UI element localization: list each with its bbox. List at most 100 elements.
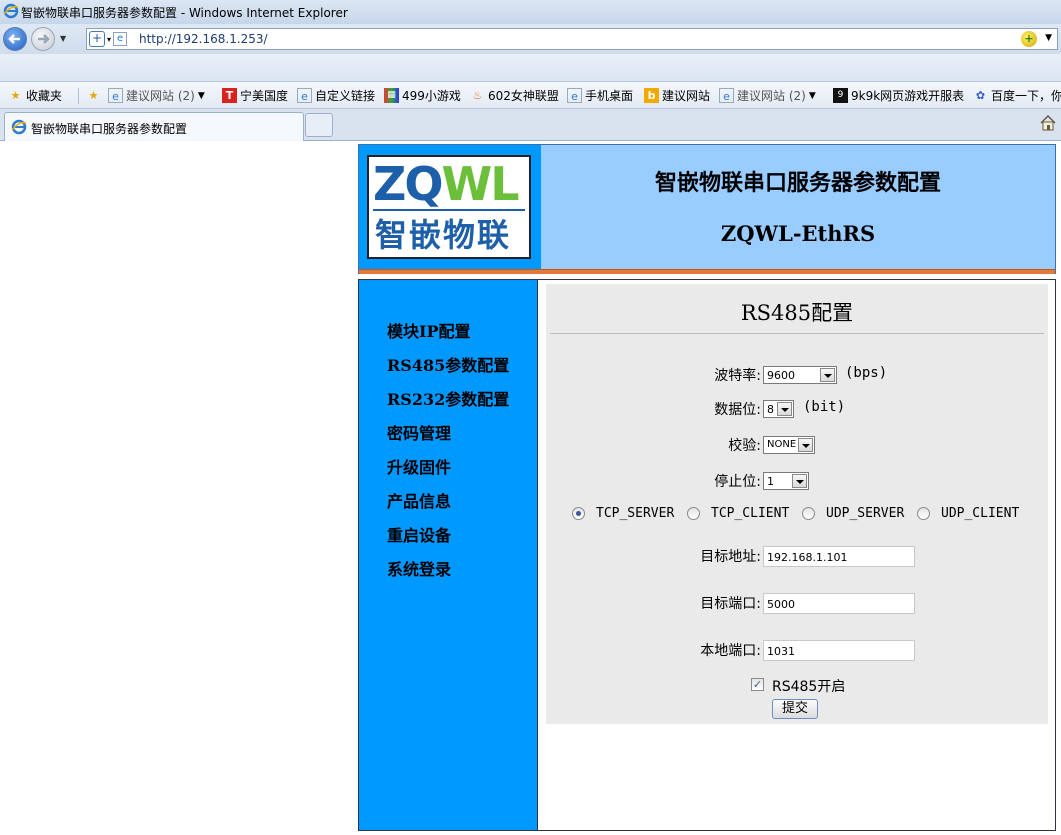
rs485-enable-label: RS485开启 xyxy=(772,679,846,695)
target-port-label: 目标端口: xyxy=(700,596,761,612)
favorites-bar: ★ 收藏夹 ★ e 建议网站 (2) ▼ T 宁美国度 e 自定义链接 ▦ 49… xyxy=(0,82,1061,109)
fav-link-9k9k[interactable]: 9 9k9k网页游戏开服表 xyxy=(833,87,964,104)
sidebar-item-reboot[interactable]: 重启设备 xyxy=(387,522,451,546)
site-subtitle: ZQWL-EthRS xyxy=(720,221,876,246)
go-icon[interactable]: + xyxy=(1021,31,1037,47)
flame-icon: ♨ xyxy=(472,89,483,102)
history-dropdown-icon[interactable]: ▼ xyxy=(60,34,66,43)
t-brand-icon: T xyxy=(222,88,237,103)
web-page: ZQWL 智嵌物联 智嵌物联串口服务器参数配置 ZQWL-EthRS 模块IP配… xyxy=(0,142,1061,835)
fav-link-desktop[interactable]: e 手机桌面 xyxy=(567,87,633,104)
page-header: ZQWL 智嵌物联 智嵌物联串口服务器参数配置 ZQWL-EthRS xyxy=(358,144,1056,274)
radio-tcp-server[interactable] xyxy=(572,507,585,520)
data-bits-label: 数据位: xyxy=(714,402,761,418)
data-bits-unit: (bit) xyxy=(803,399,846,415)
back-button[interactable] xyxy=(3,27,27,51)
submit-button[interactable]: 提交 xyxy=(772,699,818,719)
menu-bar xyxy=(0,54,1061,82)
parity-select[interactable]: NONE xyxy=(763,436,815,454)
star-icon: ★ xyxy=(10,89,21,102)
add-favorite-button[interactable]: ★ xyxy=(86,87,101,104)
separator xyxy=(78,88,79,104)
navigation-bar: ▼ + ▾ e http://192.168.1.253/ + ▼ xyxy=(0,24,1061,54)
rs485-config-form: RS485配置 波特率: 9600 (bps) 数据位: 8 (bit) 校验:… xyxy=(546,284,1048,724)
fav-link-602[interactable]: ♨ 602女神联盟 xyxy=(470,87,559,104)
main-content: RS485配置 波特率: 9600 (bps) 数据位: 8 (bit) 校验:… xyxy=(538,279,1056,831)
fav-link-suggested-2[interactable]: b 建议网站 xyxy=(644,87,710,104)
tab-bar: 智嵌物联串口服务器参数配置 xyxy=(0,109,1061,141)
target-address-input[interactable]: 192.168.1.101 xyxy=(763,546,915,567)
stop-bits-select[interactable]: 1 xyxy=(763,472,809,490)
bing-icon: b xyxy=(644,88,659,103)
chevron-down-icon[interactable]: ▼ xyxy=(809,91,816,101)
fav-link-499[interactable]: ▦ 499小游戏 xyxy=(384,87,461,104)
sidebar-item-product-info[interactable]: 产品信息 xyxy=(387,488,451,512)
dropdown-small-icon[interactable]: ▾ xyxy=(107,35,111,44)
tab-current[interactable]: 智嵌物联串口服务器参数配置 xyxy=(4,112,304,141)
back-arrow-icon xyxy=(8,34,20,44)
sidebar-item-rs485[interactable]: RS485参数配置 xyxy=(387,352,509,376)
logo-text-blue: ZQ xyxy=(373,157,443,211)
rs485-enable-checkbox[interactable]: ✓ xyxy=(751,678,764,691)
fav-link-suggested-1[interactable]: e 建议网站 (2) ▼ xyxy=(108,87,205,104)
chevron-down-icon[interactable] xyxy=(798,438,813,452)
star-add-icon: ★ xyxy=(88,89,99,102)
radio-tcp-client[interactable] xyxy=(687,507,700,520)
window-titlebar: 智嵌物联串口服务器参数配置 - Windows Internet Explore… xyxy=(0,0,1061,24)
header-divider xyxy=(359,269,1055,274)
address-bar[interactable]: + ▾ e http://192.168.1.253/ + ▼ xyxy=(86,28,1058,50)
parity-label: 校验: xyxy=(728,438,761,454)
ie-logo-icon xyxy=(3,3,19,23)
sidebar-item-rs232[interactable]: RS232参数配置 xyxy=(387,386,509,410)
sidebar-item-module-ip[interactable]: 模块IP配置 xyxy=(387,318,471,342)
sidebar-item-firmware[interactable]: 升级固件 xyxy=(387,454,451,478)
form-title: RS485配置 xyxy=(740,301,854,325)
ie-page-icon: e xyxy=(108,88,123,103)
home-icon[interactable] xyxy=(1039,114,1057,132)
radio-label-udp-client: UDP_CLIENT xyxy=(941,506,1020,521)
compat-view-icon[interactable]: + xyxy=(89,31,105,47)
ie-page-icon: e xyxy=(113,32,128,46)
address-dropdown-icon[interactable]: ▼ xyxy=(1045,33,1052,43)
chevron-down-icon[interactable]: ▼ xyxy=(198,91,205,101)
chevron-down-icon[interactable] xyxy=(777,402,792,416)
stop-bits-label: 停止位: xyxy=(714,474,761,490)
sidebar-item-login[interactable]: 系统登录 xyxy=(387,556,451,580)
baud-rate-select[interactable]: 9600 xyxy=(763,366,837,384)
logo-chinese: 智嵌物联 xyxy=(375,216,512,254)
fav-link-ningmei[interactable]: T 宁美国度 xyxy=(222,87,288,104)
logo-divider xyxy=(373,209,525,211)
ie-page-icon: e xyxy=(297,88,312,103)
title-divider xyxy=(550,333,1044,334)
data-bits-select[interactable]: 8 xyxy=(763,400,794,418)
radio-udp-client[interactable] xyxy=(917,507,930,520)
9k-icon: 9 xyxy=(833,88,848,103)
logo-area: ZQWL 智嵌物联 xyxy=(359,145,541,269)
favorites-button[interactable]: ★ 收藏夹 xyxy=(8,87,62,104)
local-port-label: 本地端口: xyxy=(700,643,761,659)
window-title: 智嵌物联串口服务器参数配置 - Windows Internet Explore… xyxy=(21,6,348,20)
sidebar-item-password[interactable]: 密码管理 xyxy=(387,420,451,444)
chevron-down-icon[interactable] xyxy=(792,474,807,488)
address-url[interactable]: http://192.168.1.253/ xyxy=(139,32,268,46)
ie-page-icon: e xyxy=(567,88,582,103)
target-port-input[interactable]: 5000 xyxy=(763,593,915,614)
target-address-label: 目标地址: xyxy=(700,549,761,565)
fav-link-suggested-3[interactable]: e 建议网站 (2) ▼ xyxy=(719,87,816,104)
radio-label-tcp-server: TCP_SERVER xyxy=(596,506,675,521)
forward-button[interactable] xyxy=(31,27,55,51)
zqwl-logo: ZQWL 智嵌物联 xyxy=(367,155,531,259)
site-title: 智嵌物联串口服务器参数配置 xyxy=(654,170,941,196)
baidu-paw-icon: ✿ xyxy=(975,89,986,102)
logo-text-green: WL xyxy=(441,157,519,211)
fav-link-custom[interactable]: e 自定义链接 xyxy=(297,87,375,104)
fav-link-baidu[interactable]: ✿ 百度一下，你 xyxy=(973,87,1061,104)
radio-label-udp-server: UDP_SERVER xyxy=(826,506,905,521)
local-port-input[interactable]: 1031 xyxy=(763,640,915,661)
sidebar-menu: 模块IP配置 RS485参数配置 RS232参数配置 密码管理 升级固件 产品信… xyxy=(358,279,538,831)
baud-rate-unit: (bps) xyxy=(845,365,888,381)
new-tab-button[interactable] xyxy=(305,113,333,137)
chevron-down-icon[interactable] xyxy=(820,368,835,382)
tab-label: 智嵌物联串口服务器参数配置 xyxy=(31,122,188,136)
radio-udp-server[interactable] xyxy=(802,507,815,520)
